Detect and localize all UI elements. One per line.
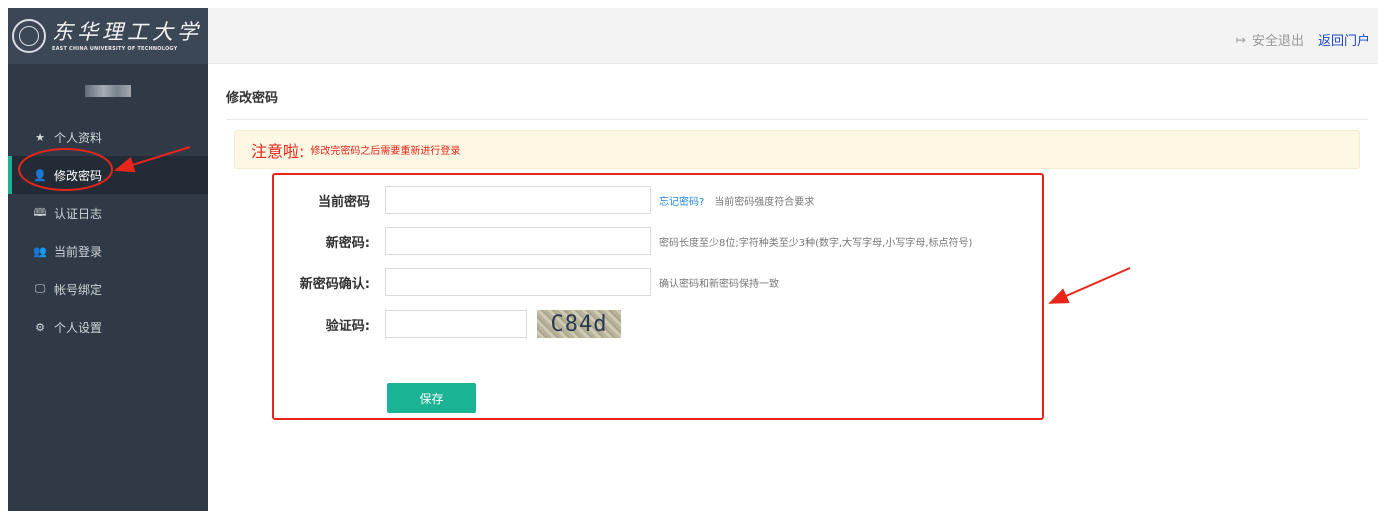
sidebar-item-label: 个人资料: [54, 130, 103, 145]
sidebar: 东华理工大学 EAST CHINA UNIVERSITY OF TECHNOLO…: [8, 8, 208, 511]
book-icon: 🕮: [33, 205, 47, 219]
captcha-image[interactable]: C84d: [537, 310, 621, 338]
logout-icon[interactable]: ↦: [1236, 33, 1246, 47]
monitor-icon: 🖵: [34, 282, 46, 295]
current-password-label: 当前密码: [317, 194, 370, 210]
sidebar-item-5[interactable]: ⚙ 个人设置: [8, 308, 208, 346]
forgot-password-link[interactable]: 忘记密码?: [659, 193, 704, 208]
sidebar-item-2[interactable]: 🕮 认证日志: [8, 194, 208, 232]
captcha-row: 验证码: C84d: [274, 310, 621, 338]
save-button[interactable]: 保存: [387, 383, 476, 413]
sidebar-menu: ★ 个人资料 👤 修改密码 🕮 认证日志 👥 当前登录 🖵 帐号绑定 ⚙ 个人设置: [8, 118, 208, 346]
sidebar-item-0[interactable]: ★ 个人资料: [8, 118, 208, 156]
confirm-password-input[interactable]: [385, 268, 651, 296]
sidebar-item-1[interactable]: 👤 修改密码: [8, 156, 208, 194]
sidebar-item-label: 个人设置: [54, 320, 103, 335]
current-password-hint: 当前密码强度符合要求: [714, 196, 815, 208]
top-border: [0, 0, 1378, 8]
new-password-hint: 密码长度至少8位;字符种类至少3种(数字,大写字母,小写字母,标点符号): [659, 237, 973, 249]
header-actions: ↦ 安全退出 返回门户: [1236, 30, 1370, 50]
current-password-row: 当前密码 忘记密码? 当前密码强度符合要求: [274, 186, 814, 214]
user-area: [8, 64, 208, 118]
top-header: ↦ 安全退出 返回门户: [208, 8, 1378, 64]
sidebar-item-label: 修改密码: [54, 168, 103, 183]
new-password-row: 新密码: 密码长度至少8位;字符种类至少3种(数字,大写字母,小写字母,标点符号…: [274, 227, 972, 255]
sidebar-item-label: 当前登录: [54, 244, 103, 259]
confirm-password-row: 新密码确认: 确认密码和新密码保持一致: [274, 268, 779, 296]
change-password-form: 当前密码 忘记密码? 当前密码强度符合要求 新密码: 密码长度至少8位;字符种类…: [274, 174, 1044, 421]
logo-name-cn: 东华理工大学: [52, 20, 202, 44]
logo-name-en: EAST CHINA UNIVERSITY OF TECHNOLOGY: [52, 46, 178, 52]
university-logo: 东华理工大学 EAST CHINA UNIVERSITY OF TECHNOLO…: [8, 8, 208, 64]
logout-link[interactable]: 安全退出: [1252, 30, 1304, 49]
page-title: 修改密码: [226, 91, 279, 106]
new-password-input[interactable]: [385, 227, 651, 255]
sidebar-item-label: 帐号绑定: [54, 282, 103, 297]
star-icon: ★: [35, 130, 45, 144]
title-divider: [226, 119, 1368, 120]
notice-alert: 注意啦: 修改完密码之后需要重新进行登录: [234, 130, 1360, 169]
alert-message: 修改完密码之后需要重新进行登录: [310, 146, 461, 157]
arrow-to-form: [1048, 267, 1131, 304]
captcha-label: 验证码:: [325, 318, 370, 334]
gear-icon: ⚙: [35, 320, 45, 334]
sidebar-item-3[interactable]: 👥 当前登录: [8, 232, 208, 270]
new-password-label: 新密码:: [325, 235, 370, 251]
logo-text: 东华理工大学 EAST CHINA UNIVERSITY OF TECHNOLO…: [52, 20, 202, 52]
portal-link[interactable]: 返回门户: [1318, 30, 1370, 49]
confirm-password-label: 新密码确认:: [299, 276, 370, 292]
alert-title: 注意啦:: [251, 141, 305, 161]
sidebar-item-4[interactable]: 🖵 帐号绑定: [8, 270, 208, 308]
sidebar-item-label: 认证日志: [54, 206, 103, 221]
university-seal-icon: [12, 19, 46, 53]
user-icon: 👤: [33, 168, 47, 182]
blurred-username: [85, 85, 131, 97]
captcha-input[interactable]: [385, 310, 527, 338]
users-icon: 👥: [33, 244, 47, 258]
current-password-input[interactable]: [385, 186, 651, 214]
confirm-password-hint: 确认密码和新密码保持一致: [659, 278, 779, 290]
